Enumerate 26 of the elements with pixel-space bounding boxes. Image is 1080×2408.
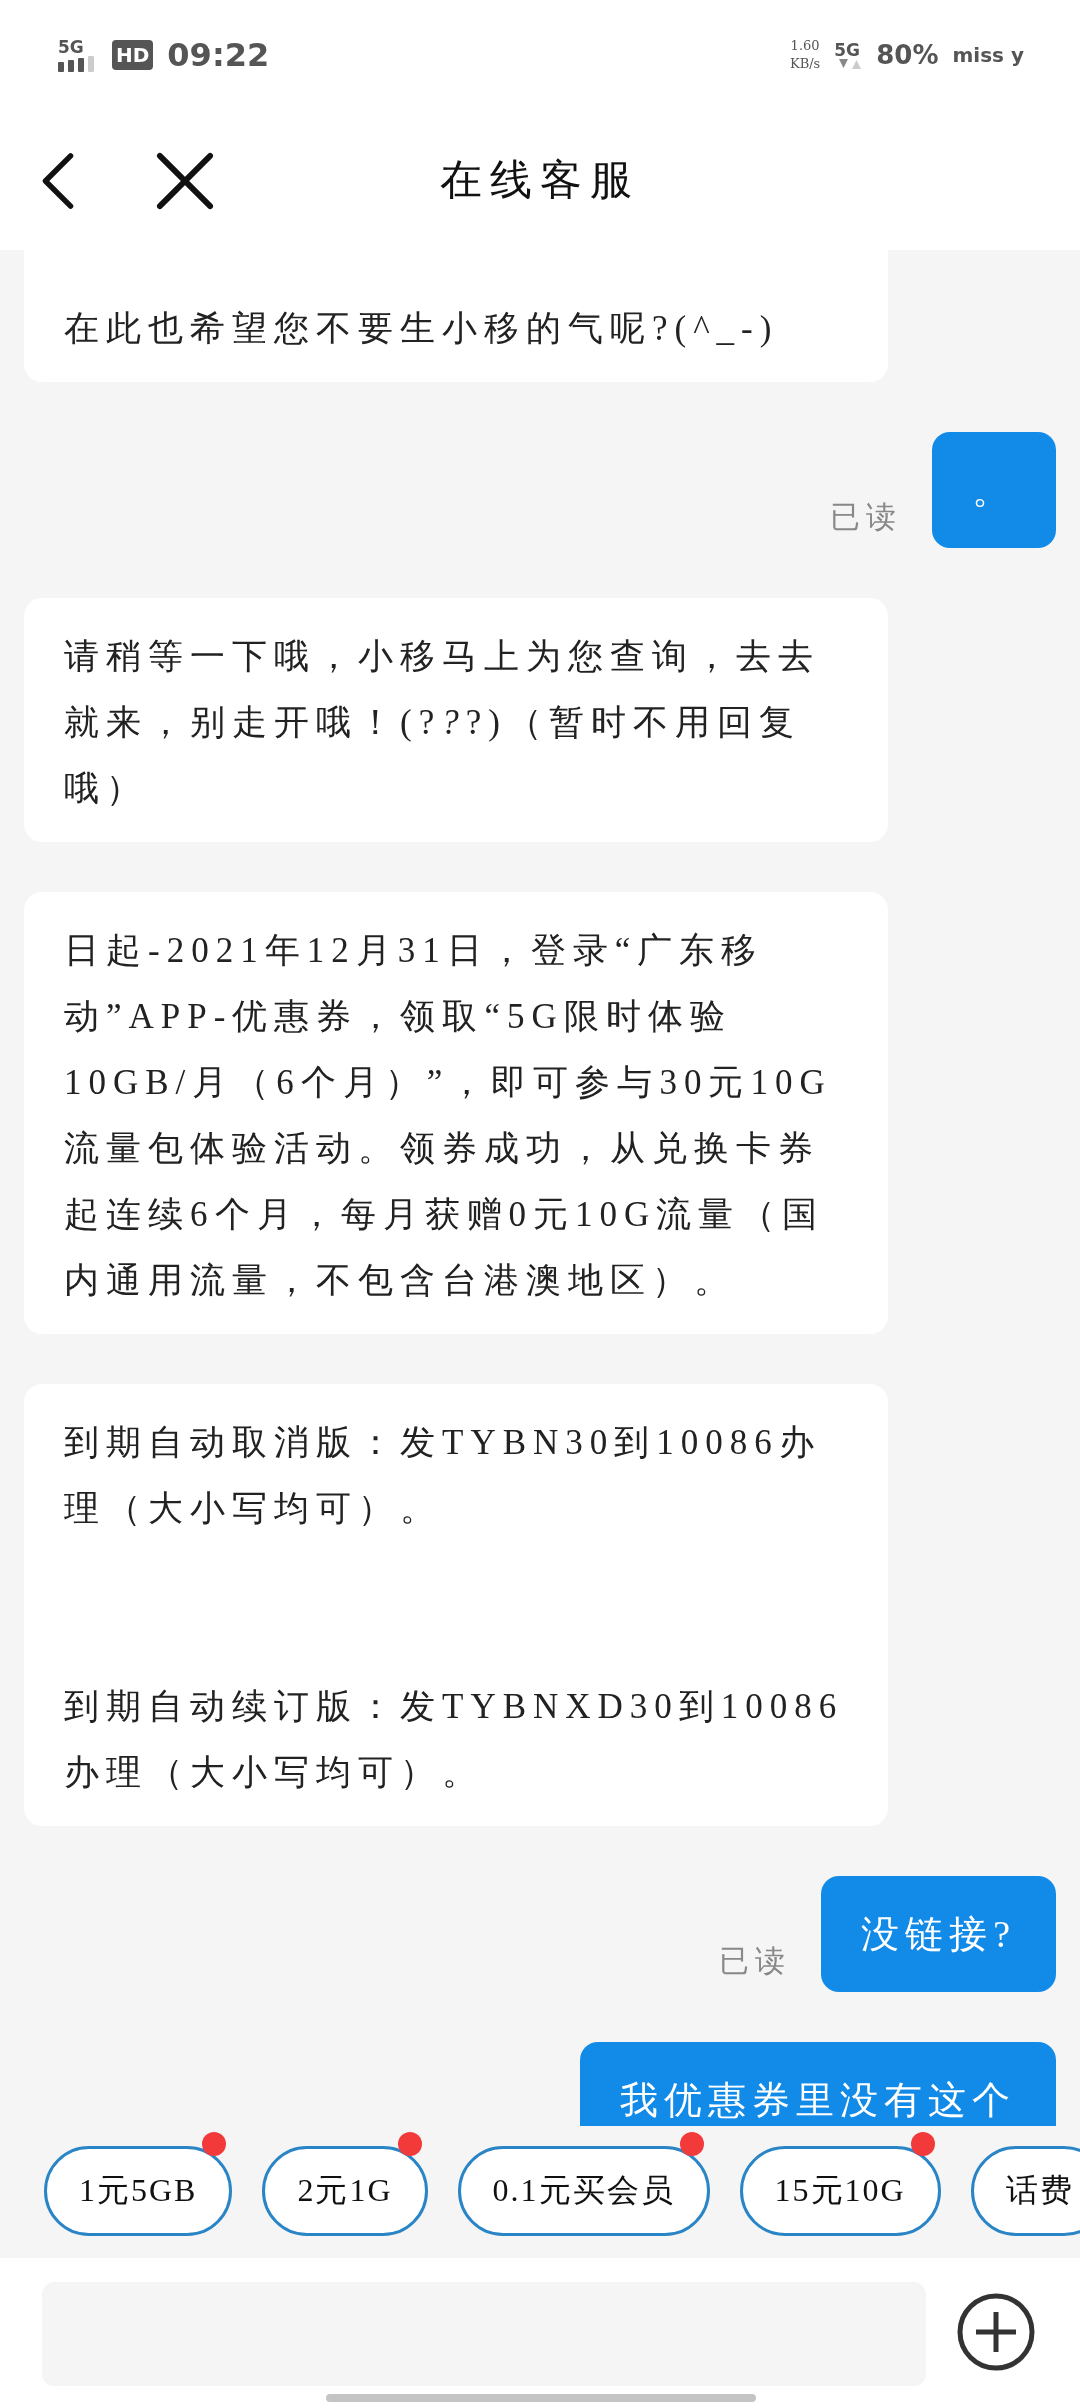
read-status: 已读 bbox=[830, 498, 902, 536]
network-label: 5G bbox=[58, 38, 84, 56]
user-message-bubble: 没链接? bbox=[821, 1876, 1056, 1992]
user-message-bubble: 。 bbox=[932, 432, 1056, 548]
bot-message-bubble: 到期自动取消版：发TYBN30到10086办理（大小写均可）。 到期自动续订版：发TYBNXD30到10086办理（大小写均可）。 bbox=[24, 1384, 888, 1826]
quick-reply-chip[interactable]: 2元1G bbox=[262, 2146, 428, 2236]
page-title: 在线客服 bbox=[440, 154, 640, 206]
speed-unit: KB/s bbox=[789, 55, 821, 73]
bot-message-bubble: 请稍等一下哦，小移马上为您查询，去去就来，别走开哦！(???)（暂时不用回复哦） bbox=[24, 598, 888, 842]
close-icon[interactable] bbox=[156, 152, 214, 210]
quick-reply-chip[interactable]: 话费 bbox=[970, 2146, 1080, 2236]
clock: 09:22 bbox=[167, 36, 270, 74]
hd-badge: HD bbox=[112, 40, 154, 70]
bot-message-bubble: 日起-2021年12月31日，登录“广东移动”APP-优惠券，领取“5G限时体验10GB/月（6个月）”，即可参与30元10G流量包体验活动。领券成功，从兑换卡券起连续6个月，每月获赠0元10G流量（国内通用流量，不包含台港澳地区）。 bbox=[24, 892, 888, 1334]
quick-reply-chip[interactable]: 1元5GB bbox=[44, 2146, 233, 2236]
speed-value: 1.60 bbox=[790, 37, 820, 55]
read-status: 已读 bbox=[719, 1942, 792, 1980]
network-label: 5G bbox=[834, 41, 861, 59]
battery-level: 80% bbox=[876, 40, 939, 70]
back-icon[interactable] bbox=[40, 150, 76, 212]
quick-reply-chip[interactable]: 0.1元买会员 bbox=[457, 2146, 710, 2236]
quick-reply-chip[interactable]: 15元10G bbox=[739, 2146, 941, 2236]
data-arrows-icon bbox=[838, 59, 863, 69]
carrier-name: miss y bbox=[952, 43, 1024, 67]
bot-message-bubble: 在此也希望您不要生小移的气呢?(^_-) bbox=[24, 250, 888, 382]
add-icon[interactable] bbox=[956, 2292, 1036, 2372]
